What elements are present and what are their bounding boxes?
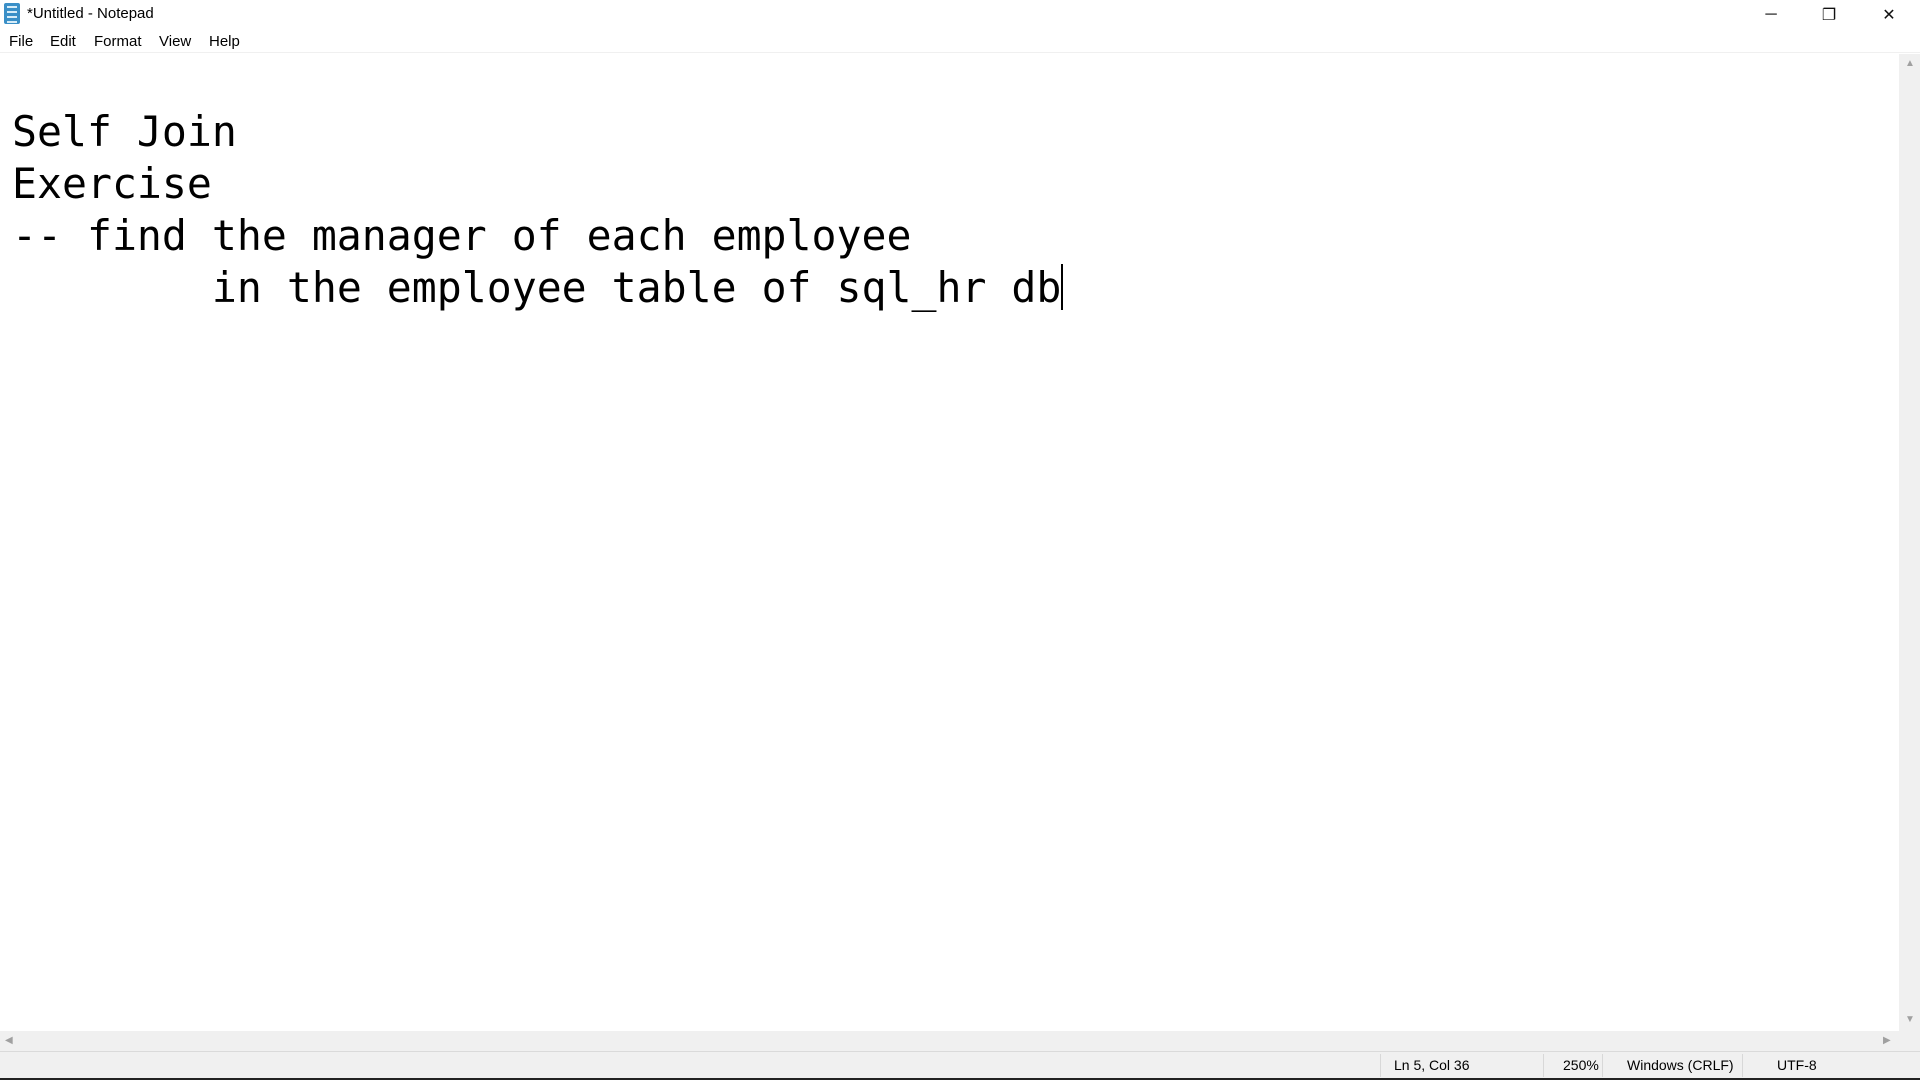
text-line: -- find the manager of each employee [12, 211, 912, 260]
window-title: *Untitled - Notepad [27, 5, 154, 22]
separator [1543, 1054, 1544, 1077]
scrollbar-corner [1899, 1031, 1920, 1051]
scroll-left-icon[interactable]: ◀ [5, 1035, 13, 1046]
text-caret [1061, 264, 1064, 310]
scroll-down-icon[interactable]: ▼ [1905, 1014, 1915, 1025]
notepad-icon [4, 3, 20, 24]
line-ending: Windows (CRLF) [1627, 1057, 1734, 1073]
zoom-level: 250% [1563, 1057, 1599, 1073]
menu-view[interactable]: View [159, 33, 191, 50]
cursor-position: Ln 5, Col 36 [1394, 1057, 1470, 1073]
title-bar: *Untitled - Notepad ─ ❐ ✕ [0, 0, 1920, 30]
maximize-button[interactable]: ❐ [1800, 0, 1858, 30]
separator [1742, 1054, 1743, 1077]
horizontal-scrollbar[interactable]: ◀ ▶ [0, 1031, 1899, 1051]
close-button[interactable]: ✕ [1858, 0, 1920, 30]
text-line: Self Join [12, 107, 237, 156]
menu-edit[interactable]: Edit [50, 33, 76, 50]
menu-bar: File Edit Format View Help [0, 30, 1920, 53]
minimize-button[interactable]: ─ [1742, 0, 1800, 30]
scroll-right-icon[interactable]: ▶ [1883, 1035, 1891, 1046]
encoding: UTF-8 [1777, 1057, 1817, 1073]
status-bar: Ln 5, Col 36 250% Windows (CRLF) UTF-8 [0, 1051, 1920, 1078]
scroll-up-icon[interactable]: ▲ [1905, 58, 1915, 69]
separator [1380, 1054, 1381, 1077]
text-editor[interactable]: ​Self JoinExercise-- find the manager of… [0, 54, 1899, 1031]
text-line: in the employee table of sql_hr db [12, 263, 1062, 312]
separator [1602, 1054, 1603, 1077]
menu-help[interactable]: Help [209, 33, 240, 50]
vertical-scrollbar[interactable]: ▲ ▼ [1899, 54, 1920, 1031]
text-line: ​ [12, 54, 1063, 106]
text-line: Exercise [12, 159, 212, 208]
menu-format[interactable]: Format [94, 33, 142, 50]
menu-file[interactable]: File [9, 33, 33, 50]
